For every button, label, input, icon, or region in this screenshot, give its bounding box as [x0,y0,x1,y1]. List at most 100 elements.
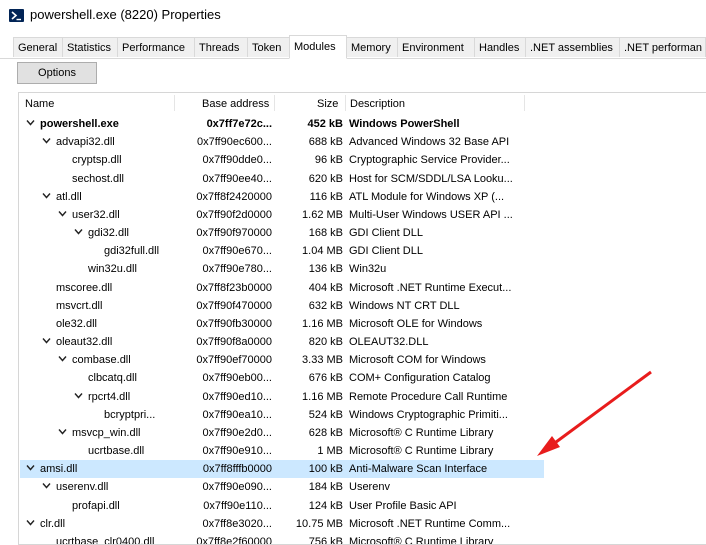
column-divider[interactable] [345,95,346,111]
chevron-down-icon[interactable] [74,227,83,236]
size-cell: 820 kB [308,336,343,349]
header-description[interactable]: Description [350,98,405,110]
chevron-down-icon[interactable] [74,391,83,400]
table-row[interactable]: cryptsp.dll 0x7ff90dde0... 96 kB Cryptograp… [20,151,544,169]
table-row[interactable]: advapi32.dll 0x7ff90ec600... 688 kB Advance… [20,133,544,151]
tab-general[interactable]: General [13,37,63,57]
table-row[interactable]: msvcp_win.dll 0x7ff90e2d0... 628 kB Microso… [20,424,544,442]
base-address-cell: 0x7ff8fffb0000 [202,463,272,476]
size-cell: 10.75 MB [295,517,343,530]
tab-modules[interactable]: Modules [289,35,347,59]
tab-statistics[interactable]: Statistics [62,37,118,57]
table-row[interactable]: mscoree.dll 0x7ff8f23b0000 404 kB Microsoft… [20,279,544,297]
chevron-down-icon[interactable] [42,336,51,345]
module-name: oleaut32.dll [42,336,112,348]
chevron-down-icon[interactable] [42,191,51,200]
size-cell: 632 kB [308,299,343,312]
table-row[interactable]: msvcrt.dll 0x7ff90f470000 632 kB Windows NT… [20,297,544,315]
module-name-text: rpcrt4.dll [88,390,131,403]
tab-strip: General Statistics Performance Threads T… [0,35,706,59]
table-row[interactable]: rpcrt4.dll 0x7ff90ed10... 1.16 MB Remote Pr… [20,388,544,406]
base-address-cell: 0x7ff90fb30000 [196,317,272,330]
tab-handles[interactable]: Handles [474,37,526,57]
table-row[interactable]: oleaut32.dll 0x7ff90f8a0000 820 kB OLEAUT32… [20,333,544,351]
column-divider[interactable] [274,95,275,111]
table-row[interactable]: userenv.dll 0x7ff90e090... 184 kB Userenv [20,478,544,496]
tab-net-performance[interactable]: .NET performan [619,37,706,57]
size-cell: 452 kB [307,118,343,130]
header-base-address[interactable]: Base address [202,98,269,110]
base-address-cell: 0x7ff90dde0... [202,154,272,167]
chevron-down-icon[interactable] [42,136,51,145]
table-row[interactable]: sechost.dll 0x7ff90ee40... 620 kB Host for … [20,170,544,188]
table-row[interactable]: ucrtbase_clr0400.dll 0x7ff8e2f60000 756 kB… [20,533,544,545]
module-name-text: clbcatq.dll [88,372,137,385]
table-row[interactable]: clr.dll 0x7ff8e3020... 10.75 MB Microsoft .… [20,515,544,533]
tab-threads[interactable]: Threads [194,37,248,57]
description-cell: Userenv [349,481,390,494]
tab-token[interactable]: Token [247,37,290,57]
tab-performance[interactable]: Performance [117,37,195,57]
modules-list[interactable]: Name Base address Size Description power… [18,92,706,545]
size-cell: 688 kB [308,136,343,149]
base-address-cell: 0x7ff90e910... [202,445,272,458]
chevron-down-icon[interactable] [26,518,35,527]
chevron-down-icon[interactable] [58,209,67,218]
table-row[interactable]: amsi.dll 0x7ff8fffb0000 100 kB Anti-Malware… [20,460,544,479]
description-cell: Microsoft OLE for Windows [349,317,483,330]
module-name: advapi32.dll [42,136,115,148]
chevron-down-icon[interactable] [26,463,35,472]
base-address-cell: 0x7ff90eb00... [202,372,272,385]
table-row[interactable]: profapi.dll 0x7ff90e110... 124 kB User Prof… [20,497,544,515]
table-row[interactable]: gdi32full.dll 0x7ff90e670... 1.04 MB GDI Cl… [20,242,544,260]
chevron-down-icon[interactable] [42,481,51,490]
module-name-text: user32.dll [72,208,120,221]
header-size[interactable]: Size [317,98,338,110]
tab-memory[interactable]: Memory [346,37,398,57]
column-divider[interactable] [524,95,525,111]
module-name-text: userenv.dll [56,481,109,494]
table-row[interactable]: bcryptpri... 0x7ff90ea10... 524 kB Windows … [20,406,544,424]
size-cell: 1.16 MB [302,390,343,403]
description-cell: OLEAUT32.DLL [349,336,429,349]
size-cell: 124 kB [308,499,343,512]
module-name-text: oleaut32.dll [56,336,113,349]
module-name-text: atl.dll [56,190,82,203]
module-name: gdi32.dll [74,227,129,239]
table-row[interactable]: gdi32.dll 0x7ff90f970000 168 kB GDI Client … [20,224,544,242]
table-row[interactable]: powershell.exe 0x7ff7e72c... 452 kB Windows… [20,115,544,133]
base-address-cell: 0x7ff7e72c... [206,118,272,130]
chevron-down-icon[interactable] [58,354,67,363]
module-name: user32.dll [58,209,120,221]
base-address-cell: 0x7ff90e090... [202,481,272,494]
options-button[interactable]: Options [17,62,97,84]
module-name-text: ucrtbase.dll [88,445,145,458]
table-row[interactable]: atl.dll 0x7ff8f2420000 116 kB ATL Module fo… [20,188,544,206]
size-cell: 100 kB [308,463,343,476]
description-cell: User Profile Basic API [349,499,457,512]
description-cell: Microsoft® C Runtime Library [349,535,494,545]
size-cell: 168 kB [308,227,343,240]
module-name: gdi32full.dll [104,245,159,257]
table-row[interactable]: ole32.dll 0x7ff90fb30000 1.16 MB Microsoft … [20,315,544,333]
table-row[interactable]: win32u.dll 0x7ff90e780... 136 kB Win32u [20,260,544,278]
table-row[interactable]: combase.dll 0x7ff90ef70000 3.33 MB Microsof… [20,351,544,369]
column-divider[interactable] [174,95,175,111]
size-cell: 184 kB [308,481,343,494]
size-cell: 1.04 MB [302,245,343,258]
tab-environment[interactable]: Environment [397,37,475,57]
table-row[interactable]: user32.dll 0x7ff90f2d0000 1.62 MB Multi-Use… [20,206,544,224]
title-bar: powershell.exe (8220) Properties [0,0,706,32]
tab-net-assemblies[interactable]: .NET assemblies [525,37,620,57]
module-name-text: sechost.dll [72,172,124,185]
header-name[interactable]: Name [25,98,54,110]
module-name-text: msvcp_win.dll [72,426,141,439]
chevron-down-icon[interactable] [26,118,35,127]
module-name: bcryptpri... [104,409,155,421]
table-row[interactable]: clbcatq.dll 0x7ff90eb00... 676 kB COM+ Conf… [20,369,544,387]
module-name: sechost.dll [72,173,124,185]
module-name: cryptsp.dll [72,154,122,166]
table-row[interactable]: ucrtbase.dll 0x7ff90e910... 1 MB Microsoft®… [20,442,544,460]
base-address-cell: 0x7ff90ed10... [202,390,272,403]
chevron-down-icon[interactable] [58,427,67,436]
